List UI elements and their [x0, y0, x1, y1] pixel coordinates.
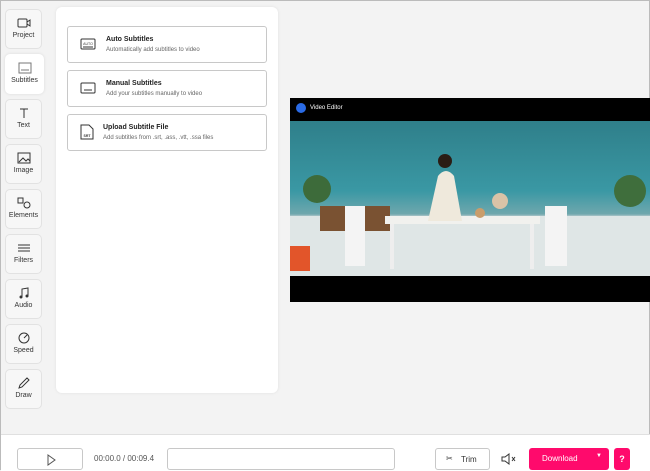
video-camera-icon: [17, 18, 30, 28]
help-button[interactable]: ?: [614, 448, 630, 470]
bottom-toolbar: 00:00.0 / 00:09.4 ✂ Trim Download ▼ ?: [1, 434, 650, 471]
subtitles-icon: [18, 62, 31, 74]
text-icon: [19, 108, 28, 118]
music-note-icon: [19, 287, 28, 299]
pen-icon: [17, 377, 30, 389]
download-button[interactable]: Download ▼: [529, 448, 609, 470]
video-preview[interactable]: Video Editor: [290, 98, 650, 302]
sidebar-item-text[interactable]: Text: [5, 99, 42, 139]
sidebar-item-elements[interactable]: Elements: [5, 189, 42, 229]
sidebar-item-subtitles[interactable]: Subtitles: [5, 54, 44, 94]
speedometer-icon: [18, 332, 29, 344]
shapes-icon: [17, 197, 30, 209]
subtitles-panel: AUTO Auto Subtitles Automatically add su…: [56, 7, 278, 393]
svg-text:SRT: SRT: [84, 134, 92, 138]
video-scene-image: [290, 154, 650, 276]
video-editor-watermark: Video Editor: [296, 103, 343, 113]
time-display: 00:00.0 / 00:09.4: [94, 454, 155, 463]
sidebar-item-draw[interactable]: Draw: [5, 369, 42, 409]
play-button[interactable]: [17, 448, 83, 470]
sidebar-item-filters[interactable]: Filters: [5, 234, 42, 274]
manual-subtitles-card[interactable]: Manual Subtitles Add your subtitles manu…: [67, 70, 267, 107]
trim-button[interactable]: ✂ Trim: [435, 448, 490, 470]
sidebar-item-speed[interactable]: Speed: [5, 324, 42, 364]
upload-subtitle-file-card[interactable]: SRT Upload Subtitle File Add subtitles f…: [67, 114, 267, 151]
logo-icon: [296, 103, 306, 113]
auto-subtitles-card[interactable]: AUTO Auto Subtitles Automatically add su…: [67, 26, 267, 63]
auto-subtitles-icon: AUTO: [80, 38, 96, 50]
sidebar-item-image[interactable]: Image: [5, 144, 42, 184]
video-frame: [290, 121, 650, 276]
sidebar-item-project[interactable]: Project: [5, 9, 42, 49]
sliders-icon: [17, 244, 30, 252]
play-icon: [47, 454, 56, 466]
mute-icon[interactable]: [501, 453, 517, 465]
srt-file-icon: SRT: [80, 124, 94, 140]
svg-text:AUTO: AUTO: [83, 42, 93, 46]
chevron-down-icon[interactable]: ▼: [596, 453, 602, 459]
manual-subtitles-icon: [80, 82, 96, 94]
sidebar-item-audio[interactable]: Audio: [5, 279, 42, 319]
scissors-icon: ✂: [446, 454, 453, 463]
timeline-track[interactable]: [167, 448, 395, 470]
image-icon: [17, 152, 30, 164]
